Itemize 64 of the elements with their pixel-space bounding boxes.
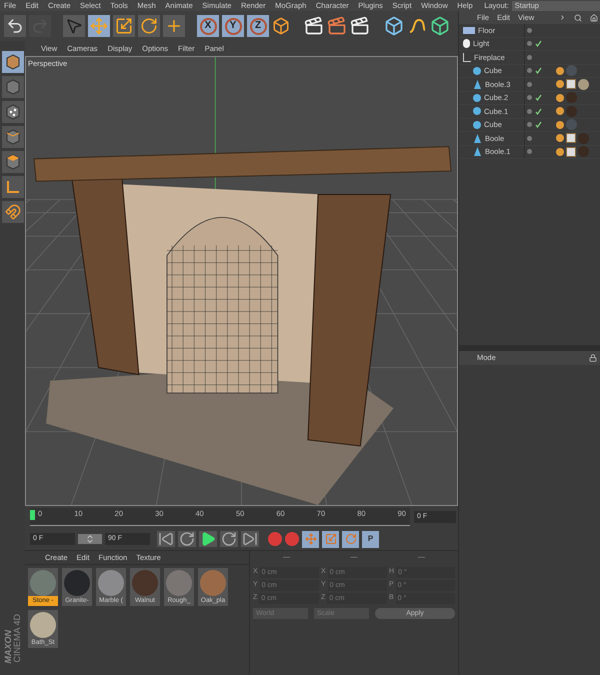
go-to-start-icon[interactable] — [157, 531, 175, 547]
tool-button[interactable] — [113, 15, 135, 37]
checker-tag-icon — [566, 133, 576, 144]
check-icon[interactable] — [535, 94, 542, 102]
rotate-icon — [344, 533, 356, 545]
search-icon[interactable] — [574, 14, 582, 22]
history-button[interactable] — [4, 15, 26, 37]
rotate-icon — [140, 17, 158, 35]
render-view-icon[interactable] — [304, 16, 324, 36]
null-icon — [463, 52, 471, 62]
bulb-icon — [463, 39, 470, 48]
floor-icon — [463, 26, 475, 34]
mode-button[interactable] — [2, 151, 24, 173]
brand-logo: MAXON — [4, 630, 12, 663]
scale-icon — [115, 17, 133, 35]
spline-icon[interactable] — [407, 16, 427, 36]
axis-lock-button[interactable]: X — [197, 15, 219, 37]
coordinate-system-icon[interactable] — [272, 17, 290, 35]
lock-icon[interactable] — [589, 354, 597, 362]
go-to-end-icon[interactable] — [241, 531, 259, 547]
tool-button[interactable] — [138, 15, 160, 37]
pointer-icon — [65, 17, 83, 35]
mode-button[interactable] — [2, 201, 24, 223]
check-icon[interactable] — [535, 40, 542, 48]
axis-lock-button[interactable]: Y — [222, 15, 244, 37]
magnet-icon — [4, 204, 20, 220]
play-icon[interactable] — [199, 531, 217, 547]
undo-icon — [6, 17, 24, 35]
material-tag-icon — [566, 119, 577, 130]
range-slider-icon[interactable] — [78, 534, 102, 544]
key-button[interactable]: P — [362, 530, 379, 548]
plus-icon — [165, 17, 183, 35]
record-icon[interactable] — [268, 532, 282, 546]
cube-outline-icon[interactable] — [430, 16, 450, 36]
product-name: CINEMA 4D — [12, 614, 22, 663]
check-icon[interactable] — [535, 121, 542, 128]
tool-button[interactable] — [63, 15, 85, 37]
mode-button[interactable] — [2, 176, 24, 198]
axis-icon — [4, 179, 20, 195]
home-icon[interactable] — [590, 14, 598, 22]
move-icon — [90, 17, 108, 35]
render-picture-icon[interactable] — [327, 16, 347, 36]
check-icon[interactable] — [535, 67, 542, 74]
checker-tag-icon — [566, 146, 576, 157]
checker-tag-icon — [566, 79, 576, 90]
tool-button[interactable] — [163, 15, 185, 37]
render-settings-icon[interactable] — [350, 16, 370, 36]
key-button[interactable] — [302, 530, 319, 548]
material-tag-icon — [566, 65, 577, 76]
check-icon[interactable] — [535, 108, 542, 115]
material-tag-icon — [566, 106, 577, 117]
axis-lock-button[interactable]: Z — [247, 15, 269, 37]
key-button[interactable] — [322, 530, 339, 548]
material-tag-icon — [578, 78, 589, 90]
scale-icon — [324, 533, 336, 545]
boole-icon — [473, 80, 482, 89]
material-tag-icon — [578, 132, 589, 144]
move-icon — [304, 533, 316, 545]
mode-button[interactable] — [2, 126, 24, 148]
mode-button[interactable] — [2, 101, 24, 123]
mode-button[interactable] — [2, 51, 24, 73]
key-button[interactable] — [342, 530, 359, 548]
material-tag-icon — [578, 146, 589, 158]
material-tag-icon — [566, 92, 577, 104]
